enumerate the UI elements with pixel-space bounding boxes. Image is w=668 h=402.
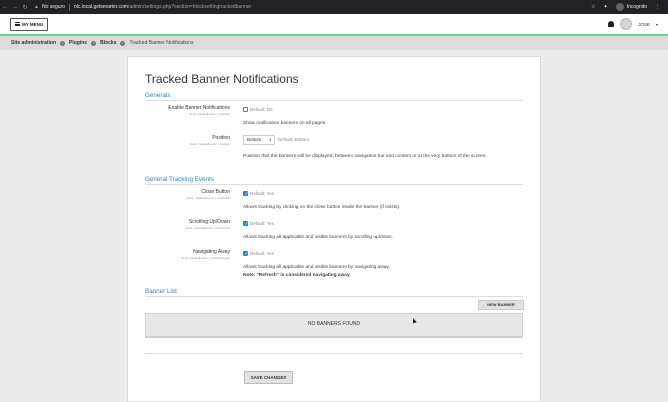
navigate-default: Default: Yes — [250, 251, 275, 256]
position-label: Position — [212, 135, 230, 141]
warning-icon: ▲ — [34, 4, 39, 10]
position-selected-value: Bottom — [247, 137, 262, 142]
banner-table: NO BANNERS FOUND — [145, 313, 523, 337]
forward-icon[interactable]: → — [10, 4, 20, 10]
navigate-checkbox-row: Default: Yes — [243, 251, 275, 257]
scroll-checkbox-row: Default: Yes — [243, 221, 275, 227]
address-bar[interactable]: olc.local.getsmarter.com/admin/settings.… — [74, 4, 251, 10]
extensions-icon[interactable]: ✦ — [604, 4, 608, 10]
my-menu-button[interactable]: MY MENU — [10, 17, 49, 31]
page-title: Tracked Banner Notifications — [145, 72, 299, 86]
scroll-description: Allows tracking all applicable and visib… — [243, 235, 393, 240]
enable-setting-key: block_trackedbanner | enabled — [189, 112, 230, 116]
breadcrumb: Site administration › Plugins › Blocks ›… — [0, 36, 668, 50]
divider — [145, 296, 523, 297]
divider — [145, 100, 523, 101]
enable-label: Enable Banner Notifications — [168, 105, 230, 111]
close-setting-key: block_trackedbanner | eventclick — [186, 196, 230, 200]
bell-icon[interactable] — [608, 21, 615, 27]
enable-checkbox[interactable] — [243, 107, 248, 112]
breadcrumb-current: Tracked Banner Notifications — [129, 40, 194, 46]
save-changes-button[interactable]: SAVE CHANGES — [244, 371, 293, 384]
section-generals: Generals — [145, 92, 171, 99]
divider — [145, 353, 523, 354]
divider — [145, 184, 523, 185]
navigate-description: Allows tracking all applicable and visib… — [243, 265, 390, 270]
url-host: olc.local.getsmarter.com — [74, 4, 128, 10]
scroll-default: Default: Yes — [250, 221, 275, 226]
close-checkbox[interactable] — [243, 191, 248, 197]
position-setting-key: block_trackedbanner | position — [189, 142, 230, 146]
back-icon[interactable]: ← — [0, 4, 10, 10]
close-checkbox-row: Default: Yes — [243, 191, 275, 197]
incognito-indicator[interactable]: Incognito — [615, 3, 647, 11]
enable-default: Default: No — [250, 107, 273, 112]
breadcrumb-separator-icon: › — [91, 40, 97, 46]
breadcrumb-blocks[interactable]: Blocks — [100, 40, 116, 46]
avatar[interactable] — [620, 18, 633, 30]
scroll-label: Scrolling Up/Down — [188, 219, 230, 225]
enable-checkbox-row: Default: No — [243, 107, 273, 112]
site-navbar: MY MENU JOSE ▾ — [0, 14, 668, 36]
breadcrumb-site-administration[interactable]: Site administration — [11, 40, 56, 46]
section-banner-list: Banner List — [145, 288, 177, 295]
navigate-checkbox[interactable] — [243, 251, 248, 257]
settings-panel: Tracked Banner Notifications Generals En… — [127, 56, 541, 402]
enable-description: Show notification banners on all pages. — [243, 121, 327, 126]
breadcrumb-separator-icon: › — [120, 40, 126, 46]
chevron-down-icon[interactable]: ▾ — [656, 22, 658, 27]
security-indicator[interactable]: ▲ No seguro — [34, 4, 65, 10]
new-banner-button[interactable]: NEW BANNER — [478, 300, 524, 310]
close-description: Allows tracking by clicking on the close… — [243, 205, 401, 210]
scroll-checkbox[interactable] — [243, 221, 248, 227]
navigate-setting-key: block_trackedbanner | eventnavigate — [181, 256, 230, 260]
navigate-label: Navigating Away — [193, 249, 230, 255]
scroll-setting-key: block_trackedbanner | eventscroll — [185, 226, 230, 230]
browser-toolbar: ← → ↻ ▲ No seguro olc.local.getsmarter.c… — [0, 0, 668, 14]
url-path: /admin/settings.php?section=blocksetting… — [127, 4, 252, 10]
chevron-down-icon: ⇕ — [268, 137, 272, 142]
navigate-note: Note: "Refresh" is considered navigating… — [243, 273, 351, 278]
reload-icon[interactable]: ↻ — [20, 4, 30, 11]
my-menu-label: MY MENU — [22, 21, 44, 27]
no-banners-message: NO BANNERS FOUND — [307, 321, 361, 327]
divider — [69, 3, 71, 11]
browser-menu-icon[interactable]: ⋮ — [655, 4, 660, 10]
close-button-label: Close Button — [201, 189, 230, 195]
position-select[interactable]: Bottom ⇕ — [243, 135, 275, 145]
section-tracking: General Tracking Events — [145, 176, 214, 183]
breadcrumb-separator-icon: › — [60, 40, 66, 46]
incognito-icon — [615, 3, 624, 11]
close-default: Default: Yes — [250, 191, 275, 196]
incognito-label: Incognito — [626, 4, 647, 10]
divider — [145, 337, 523, 338]
hamburger-icon — [15, 21, 20, 27]
star-icon[interactable]: ☆ — [591, 4, 595, 10]
breadcrumb-plugins[interactable]: Plugins — [69, 40, 87, 46]
user-name[interactable]: JOSE — [638, 22, 650, 27]
position-default: Default: Bottom — [278, 137, 310, 142]
position-description: Position that the banners will be displa… — [243, 154, 487, 159]
security-label: No seguro — [41, 4, 66, 10]
